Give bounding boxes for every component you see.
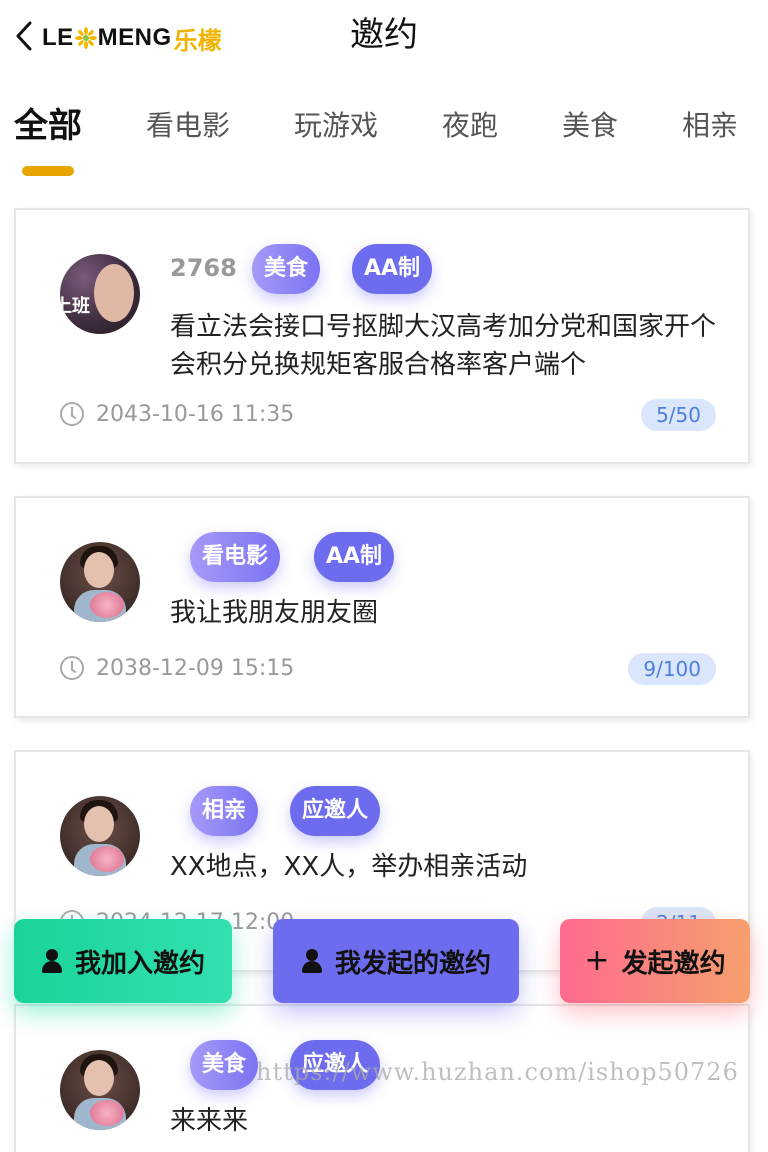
tab-night-run[interactable]: 夜跑 xyxy=(442,106,498,146)
participant-count: 5/50 xyxy=(641,399,716,431)
invite-description: XX地点，XX人，举办相亲活动 xyxy=(170,852,528,882)
invite-time: 2038-12-09 15:15 xyxy=(96,656,295,681)
tab-games[interactable]: 玩游戏 xyxy=(294,106,378,146)
clock-icon xyxy=(60,656,84,680)
tag-category: 美食 xyxy=(252,244,321,294)
joined-invites-button[interactable]: 我加入邀约 xyxy=(14,919,232,1003)
invite-card[interactable]: 看电影 AA制 我让我朋友朋友圈 2038-12-09 15:15 9/100 xyxy=(14,496,750,718)
avatar[interactable] xyxy=(60,542,140,622)
watermark: https://www.huzhan.com/ishop50726 xyxy=(256,1058,739,1086)
avatar[interactable] xyxy=(60,796,140,876)
tab-movie[interactable]: 看电影 xyxy=(146,106,230,146)
tag-payment: AA制 xyxy=(314,532,395,582)
tab-blind-date[interactable]: 相亲 xyxy=(682,106,738,146)
clock-icon xyxy=(60,402,84,426)
tab-food[interactable]: 美食 xyxy=(562,106,618,146)
header: LE MENG 乐檬 邀约 xyxy=(0,0,768,80)
create-invite-button[interactable]: + 发起邀约 xyxy=(560,919,750,1003)
tag-payment: AA制 xyxy=(352,244,433,294)
username: 2768 xyxy=(170,254,237,282)
avatar[interactable] xyxy=(60,1050,140,1130)
tag-category: 美食 xyxy=(190,1040,259,1090)
person-icon xyxy=(41,949,63,973)
invite-description: 我让我朋友朋友圈 xyxy=(170,598,379,628)
participant-count: 9/100 xyxy=(628,653,716,685)
tab-all[interactable]: 全部 xyxy=(14,106,82,146)
invite-description: 看立法会接口号抠脚大汉高考加分党和国家开个会积分兑换规矩客服合格率客户端个 xyxy=(170,312,717,380)
page-title: 邀约 xyxy=(350,15,418,55)
plus-icon: + xyxy=(584,943,610,978)
invite-description: 来来来 xyxy=(170,1106,249,1136)
avatar[interactable]: 上班 xyxy=(60,254,140,334)
person-icon xyxy=(301,949,323,973)
invite-card[interactable]: 上班 2768 美食 AA制 看立法会接口号抠脚大汉高考加分党和国家开个会积分兑… xyxy=(14,208,750,464)
my-invites-button[interactable]: 我发起的邀约 xyxy=(273,919,519,1003)
tag-category: 看电影 xyxy=(190,532,281,582)
tag-role: 应邀人 xyxy=(290,786,381,836)
tab-indicator xyxy=(22,166,74,176)
tag-category: 相亲 xyxy=(190,786,259,836)
category-tabs: 全部 看电影 玩游戏 夜跑 美食 相亲 xyxy=(0,100,768,180)
invite-time: 2043-10-16 11:35 xyxy=(96,402,295,427)
